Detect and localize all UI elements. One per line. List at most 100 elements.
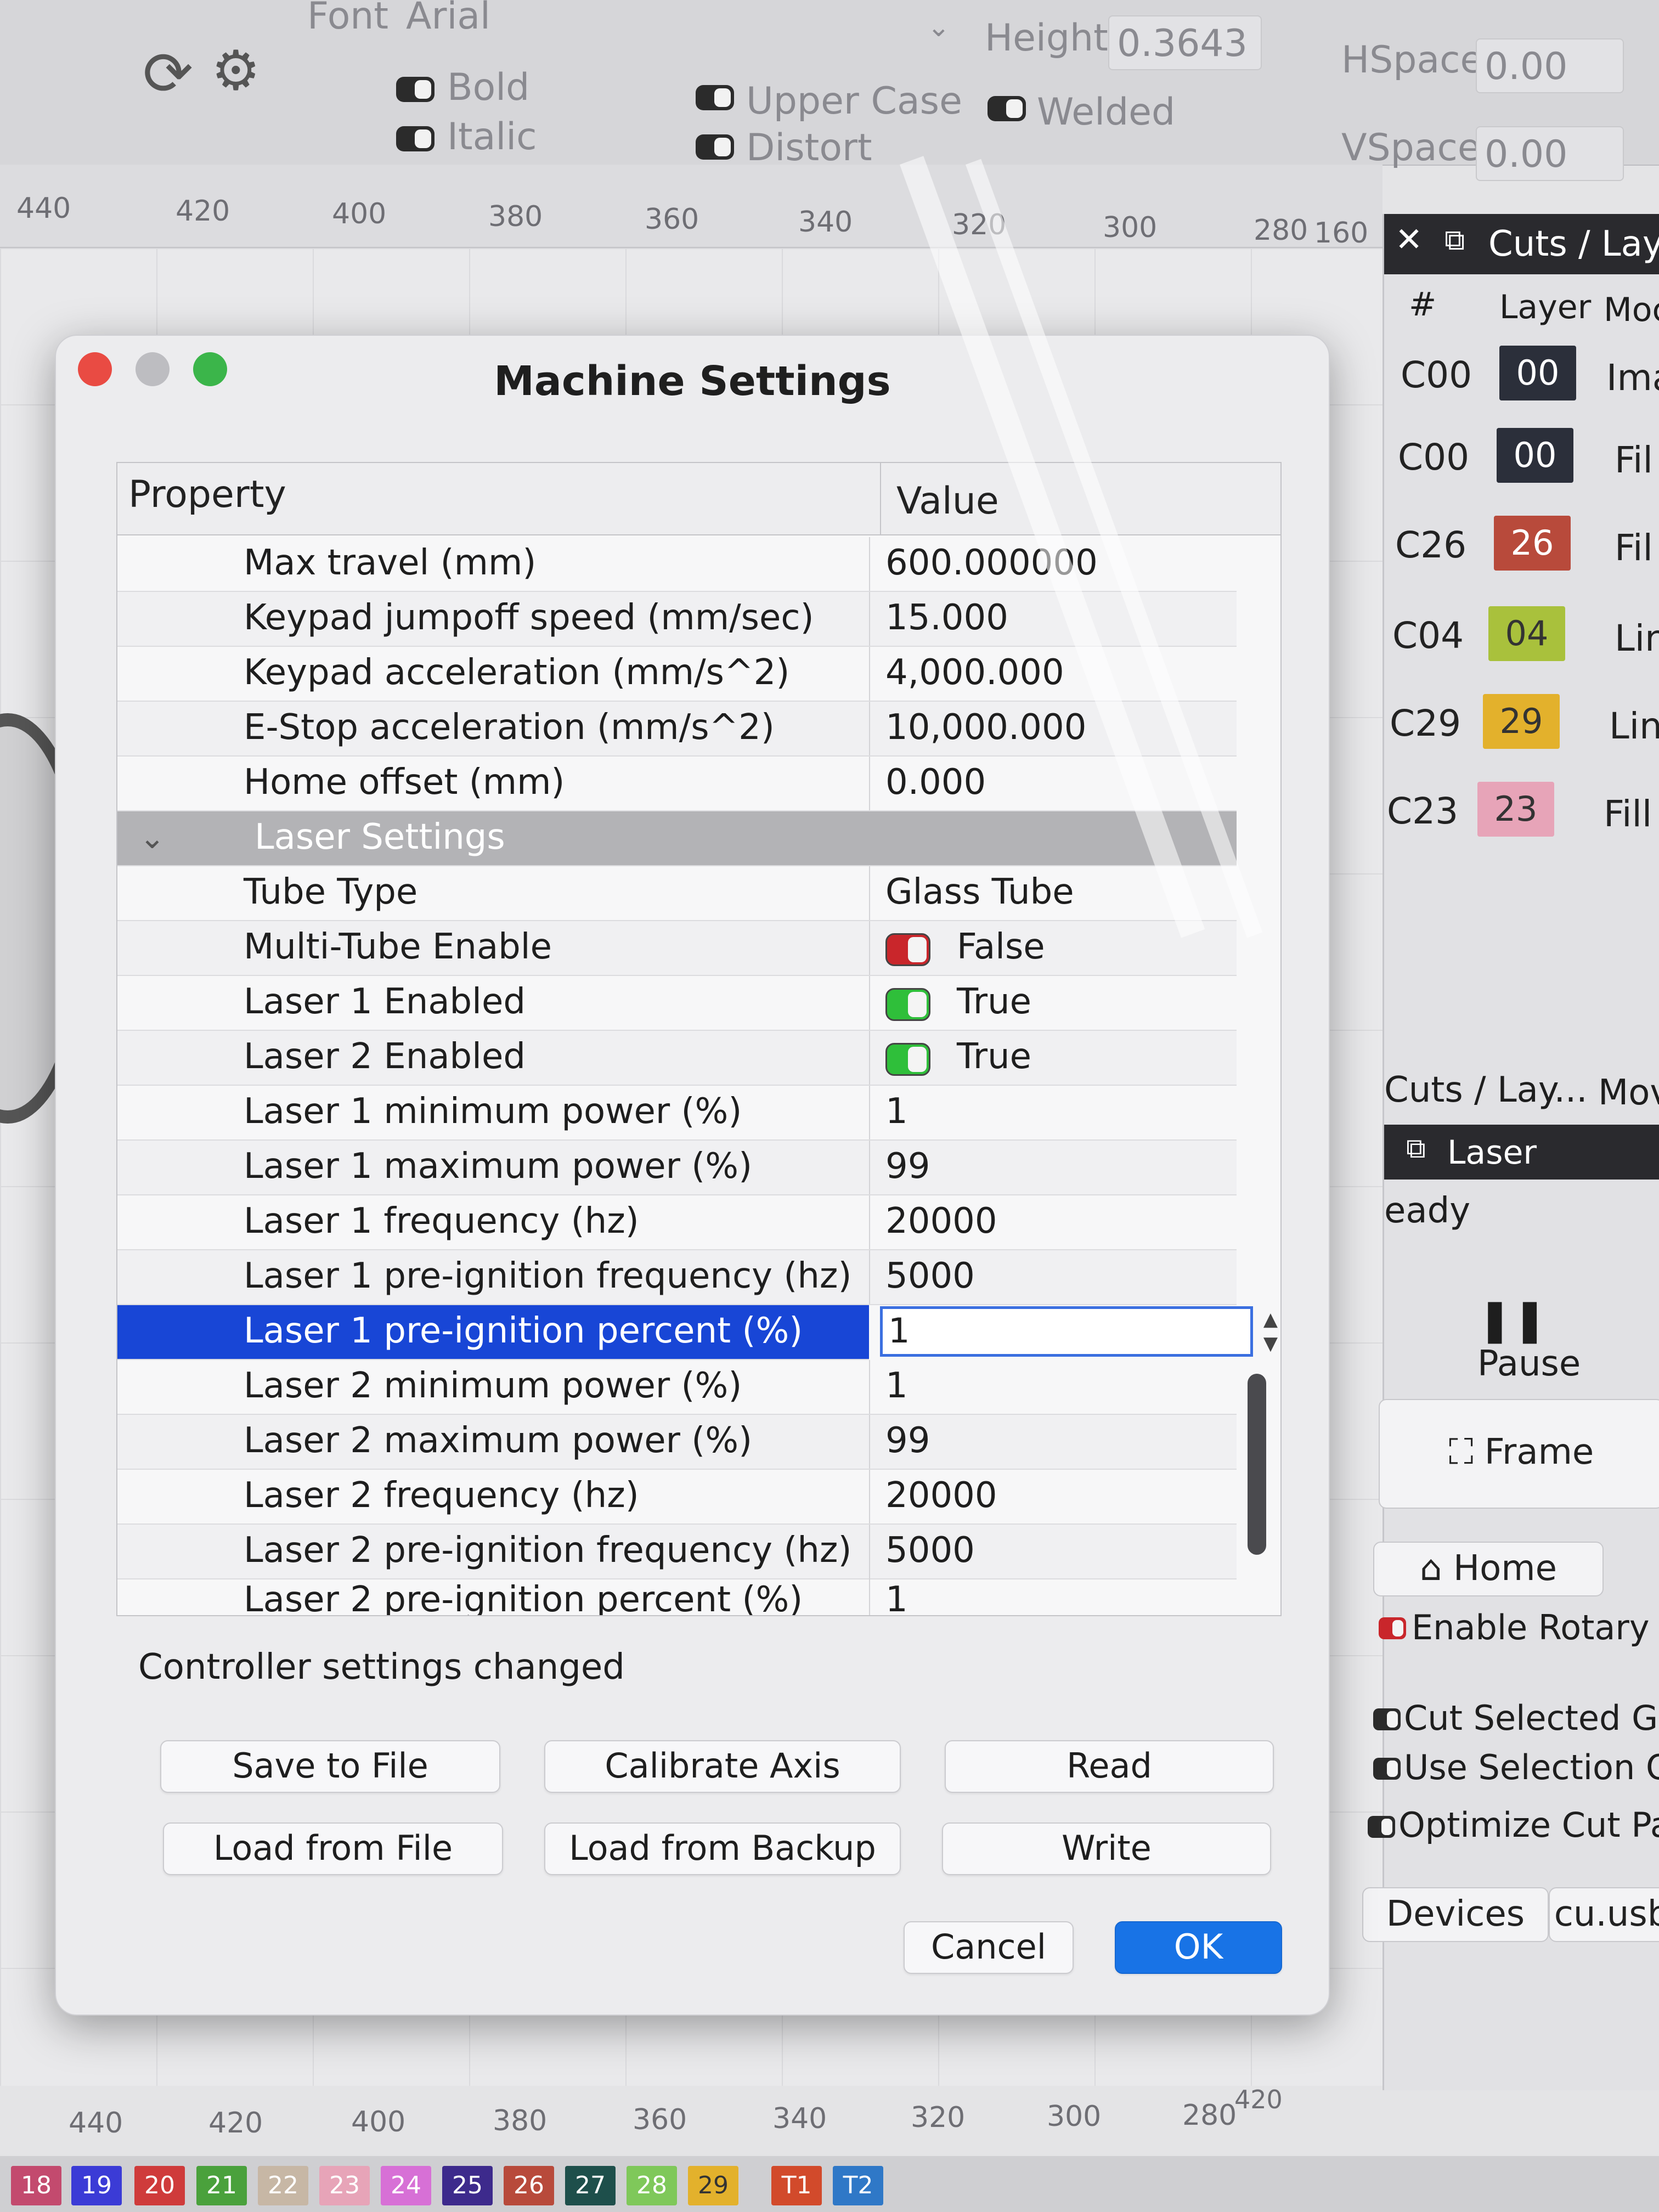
color-swatch[interactable]: T2 <box>833 2166 883 2205</box>
vspace-input[interactable]: 0.00 <box>1476 126 1624 181</box>
layer-row[interactable]: C00 00 Fil <box>1384 428 1659 499</box>
layer-swatch[interactable]: 29 <box>1483 694 1560 749</box>
table-row[interactable]: Laser 2 pre-ignition percent (%) 1 <box>117 1574 1237 1615</box>
color-swatch[interactable]: 20 <box>134 2166 185 2205</box>
layer-mode[interactable]: Ima <box>1606 357 1659 399</box>
laser1-enabled-toggle[interactable] <box>885 988 930 1021</box>
float-icon[interactable]: ⧉ <box>1406 1132 1426 1165</box>
property-value[interactable]: 0.000 <box>885 762 986 803</box>
layer-swatch[interactable]: 00 <box>1499 346 1576 400</box>
table-row[interactable]: Laser 1 minimum power (%) 1 <box>117 1086 1237 1141</box>
height-input[interactable]: 0.3643 <box>1108 15 1262 70</box>
layer-swatch[interactable]: 00 <box>1497 428 1573 483</box>
layer-row[interactable]: C29 29 Lin <box>1384 694 1659 765</box>
property-value[interactable]: 5000 <box>885 1256 975 1296</box>
italic-checkbox[interactable] <box>396 126 435 151</box>
cancel-button[interactable]: Cancel <box>904 1921 1074 1974</box>
layer-row[interactable]: C23 23 Fill <box>1384 782 1659 853</box>
property-value[interactable]: 10,000.000 <box>885 707 1086 748</box>
chevron-down-icon[interactable]: ⌄ <box>139 820 165 856</box>
home-button[interactable]: ⌂ Home <box>1373 1542 1604 1596</box>
table-scrollbar[interactable] <box>1248 1374 1266 1555</box>
property-value[interactable]: 1 <box>885 1365 908 1406</box>
pre-ignition-percent-input[interactable]: 1 <box>880 1306 1253 1357</box>
property-value[interactable]: 4,000.000 <box>885 652 1064 693</box>
property-value[interactable]: 5000 <box>885 1530 975 1571</box>
color-swatch[interactable]: 27 <box>565 2166 616 2205</box>
table-row[interactable]: Laser 1 pre-ignition frequency (hz) 5000 <box>117 1250 1237 1305</box>
upper-case-checkbox[interactable] <box>696 85 734 110</box>
cut-selected-checkbox[interactable] <box>1373 1708 1401 1730</box>
table-row[interactable]: Laser 1 frequency (hz) 20000 <box>117 1195 1237 1250</box>
table-row[interactable]: Home offset (mm) 0.000 <box>117 757 1237 811</box>
font-dropdown-chevron-icon[interactable]: ⌄ <box>927 11 950 43</box>
hspace-input[interactable]: 0.00 <box>1476 38 1624 93</box>
layer-mode[interactable]: Lin <box>1609 705 1659 747</box>
property-value[interactable]: 20000 <box>885 1201 997 1242</box>
save-to-file-button[interactable]: Save to File <box>160 1740 500 1793</box>
table-row[interactable]: Laser 2 minimum power (%) 1 <box>117 1360 1237 1415</box>
welded-checkbox[interactable] <box>988 96 1026 121</box>
close-icon[interactable]: ✕ <box>1395 221 1423 259</box>
color-swatch[interactable]: 24 <box>381 2166 431 2205</box>
table-row[interactable]: Keypad acceleration (mm/s^2) 4,000.000 <box>117 647 1237 702</box>
laser-settings-group[interactable]: ⌄ Laser Settings <box>117 811 1237 866</box>
layer-mode[interactable]: Fil <box>1615 439 1653 481</box>
write-button[interactable]: Write <box>942 1822 1271 1875</box>
multi-tube-toggle[interactable] <box>885 933 930 966</box>
ok-button[interactable]: OK <box>1115 1921 1282 1974</box>
read-button[interactable]: Read <box>945 1740 1274 1793</box>
machine-icon[interactable]: ⚙ <box>211 38 261 103</box>
table-row[interactable]: Laser 2 Enabled True <box>117 1031 1237 1086</box>
pause-button[interactable]: ❚❚ Pause <box>1477 1295 1658 1384</box>
float-icon[interactable]: ⧉ <box>1444 224 1465 257</box>
color-swatch[interactable]: 26 <box>504 2166 554 2205</box>
property-value[interactable]: 20000 <box>885 1475 997 1516</box>
table-row[interactable]: Laser 2 frequency (hz) 20000 <box>117 1470 1237 1525</box>
load-from-file-button[interactable]: Load from File <box>163 1822 503 1875</box>
color-swatch[interactable]: T1 <box>771 2166 822 2205</box>
font-value[interactable]: Arial <box>406 0 490 38</box>
rotate-icon[interactable]: ⟳ <box>143 38 193 109</box>
property-value[interactable]: 1 <box>885 1091 908 1132</box>
laser2-enabled-toggle[interactable] <box>885 1043 930 1076</box>
table-row[interactable]: Laser 1 maximum power (%) 99 <box>117 1141 1237 1195</box>
devices-button[interactable]: Devices <box>1362 1887 1549 1942</box>
property-value[interactable]: 99 <box>885 1146 930 1187</box>
distort-checkbox[interactable] <box>696 134 734 160</box>
layer-swatch[interactable]: 23 <box>1477 782 1554 837</box>
layer-row[interactable]: C04 04 Lin <box>1384 606 1659 678</box>
table-row[interactable]: Tube Type Glass Tube <box>117 866 1237 921</box>
color-swatch[interactable]: 18 <box>11 2166 61 2205</box>
table-row[interactable]: Laser 2 pre-ignition frequency (hz) 5000 <box>117 1525 1237 1579</box>
tab-cuts-layers[interactable]: Cuts / Lay... <box>1384 1070 1588 1110</box>
load-from-backup-button[interactable]: Load from Backup <box>544 1822 901 1875</box>
layer-mode[interactable]: Lin <box>1615 617 1659 659</box>
color-swatch[interactable]: 28 <box>627 2166 677 2205</box>
color-swatch[interactable]: 23 <box>319 2166 370 2205</box>
property-value[interactable]: Glass Tube <box>885 872 1074 912</box>
color-swatch[interactable]: 21 <box>196 2166 247 2205</box>
property-value[interactable]: 1 <box>885 1579 908 1615</box>
table-row[interactable]: Laser 1 Enabled True <box>117 976 1237 1031</box>
layer-swatch[interactable]: 26 <box>1494 516 1571 571</box>
color-swatch[interactable]: 25 <box>442 2166 493 2205</box>
frame-button[interactable]: ⛶ Frame <box>1379 1399 1659 1509</box>
table-row[interactable]: Multi-Tube Enable False <box>117 921 1237 976</box>
property-value[interactable]: 15.000 <box>885 597 1008 638</box>
optimize-cut-path-checkbox[interactable] <box>1368 1816 1395 1838</box>
enable-rotary-checkbox[interactable] <box>1379 1617 1406 1639</box>
layer-swatch[interactable]: 04 <box>1488 606 1565 661</box>
port-select[interactable]: cu.usb <box>1549 1887 1659 1942</box>
color-swatch[interactable]: 19 <box>71 2166 122 2205</box>
stepper-arrows-icon[interactable]: ▲ ▼ <box>1259 1307 1280 1356</box>
table-row[interactable]: E-Stop acceleration (mm/s^2) 10,000.000 <box>117 702 1237 757</box>
layer-mode[interactable]: Fil <box>1615 527 1653 569</box>
use-selection-origin-checkbox[interactable] <box>1373 1758 1401 1780</box>
layer-row[interactable]: C26 26 Fil <box>1384 516 1659 587</box>
layer-mode[interactable]: Fill <box>1604 793 1652 835</box>
property-value[interactable]: 99 <box>885 1420 930 1461</box>
tab-move[interactable]: Mov <box>1598 1073 1659 1113</box>
calibrate-axis-button[interactable]: Calibrate Axis <box>544 1740 901 1793</box>
layer-row[interactable]: C00 00 Ima <box>1384 346 1659 417</box>
